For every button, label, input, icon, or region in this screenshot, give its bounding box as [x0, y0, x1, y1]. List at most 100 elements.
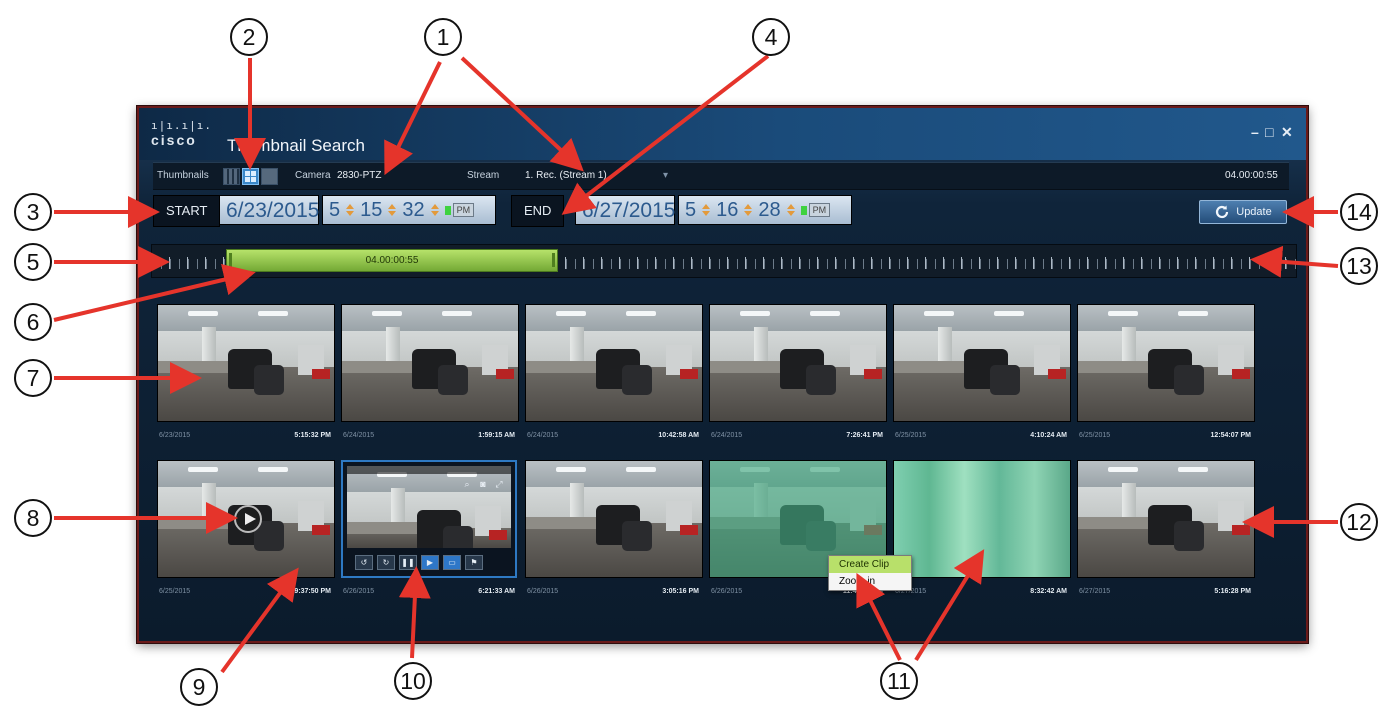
- end-hour[interactable]: 5: [685, 199, 696, 222]
- pause-icon[interactable]: ❚❚: [399, 554, 417, 570]
- camera-select[interactable]: 2830-PTZ: [337, 170, 381, 181]
- save-icon[interactable]: ▭: [443, 554, 461, 570]
- stream-select[interactable]: 1. Rec. (Stream 1): [525, 170, 607, 181]
- thumbnail-image[interactable]: [341, 304, 519, 422]
- start-hour[interactable]: 5: [329, 199, 340, 222]
- inline-video-player[interactable]: ⌕ ◙ ⤢ ↺ ↻ ❚❚ ▶ ▭ ⚑: [341, 460, 517, 578]
- minimize-button[interactable]: –: [1251, 124, 1259, 140]
- end-minute[interactable]: 16: [716, 199, 738, 222]
- thumbnail-image[interactable]: [893, 304, 1071, 422]
- window-title: Thumbnail Search: [227, 136, 365, 155]
- grid-large-view-button[interactable]: [261, 168, 278, 185]
- callout-14: 14: [1340, 193, 1378, 231]
- thumbnail-search-window: ı|ı.ı|ı. cisco Thumbnail Search – □ ✕ Th…: [137, 106, 1308, 643]
- second-spinner-icon[interactable]: [430, 204, 439, 216]
- thumbnail-date: 6/26/2015: [343, 588, 375, 595]
- office-scene: [342, 305, 518, 421]
- context-menu: Create Clip Zoom in: [828, 555, 912, 591]
- update-label: Update: [1236, 206, 1272, 218]
- thumbnail-time: 9:37:50 PM: [294, 588, 331, 595]
- title-bar: ı|ı.ı|ı. cisco Thumbnail Search – □ ✕: [139, 108, 1306, 160]
- start-time-field[interactable]: 5 15 32 PM: [322, 195, 496, 225]
- start-label: START: [153, 195, 221, 227]
- player-overlay-bar: [347, 466, 511, 474]
- zoom-icon[interactable]: ⌕: [461, 478, 473, 490]
- thumbnail-image[interactable]: [525, 304, 703, 422]
- second-spinner-icon[interactable]: [786, 204, 795, 216]
- minute-spinner-icon[interactable]: [744, 204, 753, 216]
- player-controls: ↺ ↻ ❚❚ ▶ ▭ ⚑: [347, 554, 511, 570]
- thumbnail-image[interactable]: [157, 460, 335, 578]
- end-label: END: [511, 195, 565, 227]
- thumbnail-image[interactable]: [709, 304, 887, 422]
- callout-6: 6: [14, 303, 52, 341]
- thumbnail-image[interactable]: [893, 460, 1071, 578]
- office-scene: [526, 305, 702, 421]
- thumbnail-date: 6/24/2015: [711, 432, 743, 439]
- toolbar: Thumbnails Camera 2830-PTZ Stream 1. Rec…: [153, 162, 1289, 190]
- thumbnail-image[interactable]: [525, 460, 703, 578]
- camera-label: Camera: [295, 170, 331, 181]
- chevron-down-icon[interactable]: ▾: [663, 170, 668, 181]
- thumbnail-image[interactable]: [1077, 304, 1255, 422]
- thumbnail-time: 3:05:16 PM: [662, 588, 699, 595]
- play-icon[interactable]: ▶: [421, 554, 439, 570]
- thumbnail-date: 6/27/2015: [1079, 588, 1111, 595]
- grid-small-view-button[interactable]: [223, 168, 240, 185]
- callout-12: 12: [1340, 503, 1378, 541]
- flag-icon[interactable]: ⚑: [465, 554, 483, 570]
- end-second[interactable]: 28: [758, 199, 780, 222]
- callout-10: 10: [394, 662, 432, 700]
- thumbnail-time: 6:21:33 AM: [478, 588, 515, 595]
- office-scene: [526, 461, 702, 577]
- callout-7: 7: [14, 359, 52, 397]
- thumbnail-time: 12:54:07 PM: [1210, 432, 1251, 439]
- office-scene: [710, 305, 886, 421]
- callout-5: 5: [14, 243, 52, 281]
- minute-spinner-icon[interactable]: [388, 204, 397, 216]
- update-button[interactable]: Update: [1199, 200, 1287, 224]
- selection-start-handle[interactable]: [229, 253, 232, 267]
- start-ampm-toggle[interactable]: PM: [444, 203, 475, 217]
- thumbnail-date: 6/26/2015: [711, 588, 743, 595]
- hour-spinner-icon[interactable]: [346, 204, 355, 216]
- thumbnail-time: 4:10:24 AM: [1030, 432, 1067, 439]
- thumbnail-date: 6/24/2015: [527, 432, 559, 439]
- hour-spinner-icon[interactable]: [702, 204, 711, 216]
- cisco-logo: ı|ı.ı|ı. cisco: [151, 119, 212, 149]
- start-date-field[interactable]: 6/23/2015: [219, 195, 319, 225]
- thumbnail-date: 6/24/2015: [343, 432, 375, 439]
- play-icon[interactable]: [234, 505, 262, 533]
- thumbnail-image[interactable]: [157, 304, 335, 422]
- callout-2: 2: [230, 18, 268, 56]
- callout-9: 9: [180, 668, 218, 706]
- callout-4: 4: [752, 18, 790, 56]
- timeline-scrubber[interactable]: 04.00:00:55: [151, 244, 1297, 278]
- office-scene: [158, 305, 334, 421]
- thumbnail-image[interactable]: [1077, 460, 1255, 578]
- expand-icon[interactable]: ⤢: [493, 478, 505, 490]
- rotate-right-icon[interactable]: ↻: [377, 554, 395, 570]
- end-date-field[interactable]: 6/27/2015: [575, 195, 675, 225]
- callout-11: 11: [880, 662, 918, 700]
- start-minute[interactable]: 15: [360, 199, 382, 222]
- selection-duration-label: 04.00:00:55: [365, 255, 419, 266]
- end-time-field[interactable]: 5 16 28 PM: [678, 195, 852, 225]
- close-button[interactable]: ✕: [1281, 124, 1293, 141]
- office-scene: [1078, 461, 1254, 577]
- rotate-left-icon[interactable]: ↺: [355, 554, 373, 570]
- maximize-button[interactable]: □: [1265, 124, 1273, 140]
- callout-13: 13: [1340, 247, 1378, 285]
- grid-medium-view-button[interactable]: [242, 168, 259, 185]
- zoom-in-menu-item[interactable]: Zoom in: [829, 573, 911, 590]
- thumbnail-time: 7:26:41 PM: [846, 432, 883, 439]
- selection-end-handle[interactable]: [552, 253, 555, 267]
- end-ampm-toggle[interactable]: PM: [800, 203, 831, 217]
- thumbnail-date: 6/25/2015: [159, 588, 191, 595]
- create-clip-menu-item[interactable]: Create Clip: [829, 556, 911, 573]
- start-second[interactable]: 32: [402, 199, 424, 222]
- timeline-selection-range[interactable]: 04.00:00:55: [226, 249, 558, 272]
- thumbnail-time: 8:32:42 AM: [1030, 588, 1067, 595]
- camera-snapshot-icon[interactable]: ◙: [477, 478, 489, 490]
- office-scene: [894, 305, 1070, 421]
